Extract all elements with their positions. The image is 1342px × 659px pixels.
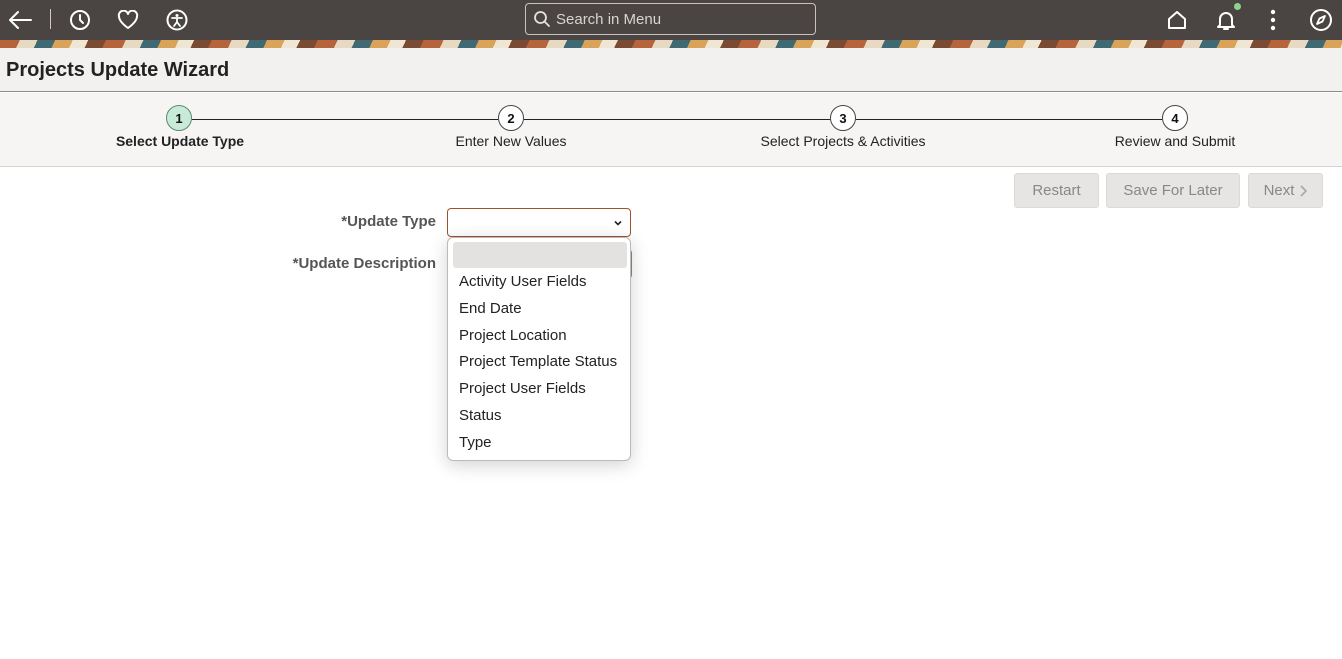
dropdown-option[interactable]: End Date	[459, 300, 522, 317]
step-1-circle[interactable]: 1	[166, 105, 192, 131]
dropdown-option[interactable]: Project Location	[459, 327, 567, 344]
dropdown-option[interactable]: Type	[459, 434, 492, 451]
more-vertical-icon[interactable]	[1259, 6, 1287, 34]
notification-indicator	[1234, 3, 1241, 10]
home-icon[interactable]	[1163, 6, 1191, 34]
step-2-label: Enter New Values	[455, 133, 567, 149]
update-type-select[interactable]	[447, 208, 631, 237]
next-button[interactable]: Next	[1248, 173, 1323, 208]
chevron-right-icon	[1299, 184, 1308, 197]
search-input[interactable]: Search in Menu	[525, 3, 816, 35]
step-connector	[524, 119, 830, 120]
top-navigation-bar: Search in Menu	[0, 0, 1342, 40]
next-button-label: Next	[1263, 182, 1295, 199]
title-bar: Projects Update Wizard	[0, 48, 1342, 92]
step-3-circle[interactable]: 3	[830, 105, 856, 131]
search-icon	[533, 10, 551, 33]
divider	[50, 9, 51, 29]
save-for-later-button[interactable]: Save For Later	[1106, 173, 1240, 208]
search-placeholder: Search in Menu	[556, 11, 662, 28]
dropdown-option[interactable]: Project User Fields	[459, 380, 586, 397]
dropdown-option[interactable]: Activity User Fields	[459, 273, 587, 290]
favorites-heart-icon[interactable]	[114, 6, 142, 34]
step-4-circle[interactable]: 4	[1162, 105, 1188, 131]
chevron-down-icon	[612, 216, 624, 234]
dropdown-option[interactable]: Project Template Status	[459, 353, 617, 370]
page-title: Projects Update Wizard	[6, 59, 230, 81]
step-1-label: Select Update Type	[115, 133, 245, 149]
compass-icon[interactable]	[1307, 6, 1335, 34]
bell-icon[interactable]	[1212, 6, 1240, 34]
back-arrow-icon[interactable]	[6, 6, 34, 34]
step-4-label: Review and Submit	[1114, 133, 1236, 149]
restart-button[interactable]: Restart	[1014, 173, 1099, 208]
update-type-dropdown-list: Activity User Fields End Date Project Lo…	[447, 237, 631, 461]
update-description-label: *Update Description	[292, 255, 436, 272]
history-icon[interactable]	[66, 6, 94, 34]
step-connector	[856, 119, 1162, 120]
update-type-label: *Update Type	[341, 213, 436, 230]
step-3-label: Select Projects & Activities	[760, 133, 926, 149]
wizard-steps: 1 Select Update Type 2 Enter New Values …	[0, 93, 1342, 167]
dropdown-option-blank[interactable]	[453, 242, 627, 268]
dropdown-option[interactable]: Status	[459, 407, 502, 424]
decorative-banner	[0, 40, 1342, 48]
step-2-circle[interactable]: 2	[498, 105, 524, 131]
accessibility-icon[interactable]	[163, 6, 191, 34]
step-connector	[192, 119, 498, 120]
